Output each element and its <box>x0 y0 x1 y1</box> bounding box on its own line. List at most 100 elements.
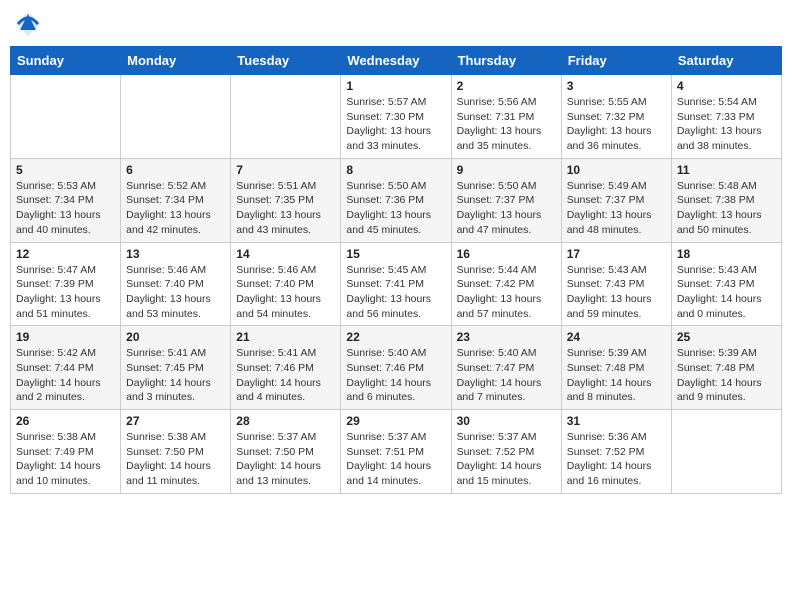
day-number: 29 <box>346 414 445 428</box>
day-number: 12 <box>16 247 115 261</box>
day-info: Sunrise: 5:50 AM Sunset: 7:36 PM Dayligh… <box>346 179 445 238</box>
day-number: 17 <box>567 247 666 261</box>
calendar-cell: 13 Sunrise: 5:46 AM Sunset: 7:40 PM Dayli… <box>121 242 231 326</box>
day-number: 26 <box>16 414 115 428</box>
day-number: 22 <box>346 330 445 344</box>
day-number: 24 <box>567 330 666 344</box>
day-number: 19 <box>16 330 115 344</box>
day-number: 23 <box>457 330 556 344</box>
day-info: Sunrise: 5:41 AM Sunset: 7:45 PM Dayligh… <box>126 346 225 405</box>
calendar-cell: 8 Sunrise: 5:50 AM Sunset: 7:36 PM Daylig… <box>341 158 451 242</box>
calendar-cell <box>11 75 121 159</box>
calendar-cell: 23 Sunrise: 5:40 AM Sunset: 7:47 PM Dayli… <box>451 326 561 410</box>
calendar-day-header: Thursday <box>451 47 561 75</box>
calendar-cell: 2 Sunrise: 5:56 AM Sunset: 7:31 PM Daylig… <box>451 75 561 159</box>
day-info: Sunrise: 5:55 AM Sunset: 7:32 PM Dayligh… <box>567 95 666 154</box>
day-info: Sunrise: 5:36 AM Sunset: 7:52 PM Dayligh… <box>567 430 666 489</box>
calendar-table: SundayMondayTuesdayWednesdayThursdayFrid… <box>10 46 782 494</box>
day-number: 2 <box>457 79 556 93</box>
calendar-body: 1 Sunrise: 5:57 AM Sunset: 7:30 PM Daylig… <box>11 75 782 494</box>
calendar-cell <box>671 410 781 494</box>
page-header <box>10 10 782 38</box>
day-number: 30 <box>457 414 556 428</box>
day-info: Sunrise: 5:49 AM Sunset: 7:37 PM Dayligh… <box>567 179 666 238</box>
calendar-cell: 26 Sunrise: 5:38 AM Sunset: 7:49 PM Dayli… <box>11 410 121 494</box>
day-info: Sunrise: 5:39 AM Sunset: 7:48 PM Dayligh… <box>567 346 666 405</box>
day-info: Sunrise: 5:47 AM Sunset: 7:39 PM Dayligh… <box>16 263 115 322</box>
calendar-cell: 11Sunrise: 5:48 AM Sunset: 7:38 PM Dayli… <box>671 158 781 242</box>
calendar-week-row: 5Sunrise: 5:53 AM Sunset: 7:34 PM Daylig… <box>11 158 782 242</box>
day-number: 27 <box>126 414 225 428</box>
day-number: 25 <box>677 330 776 344</box>
calendar-week-row: 1 Sunrise: 5:57 AM Sunset: 7:30 PM Daylig… <box>11 75 782 159</box>
calendar-header-row: SundayMondayTuesdayWednesdayThursdayFrid… <box>11 47 782 75</box>
calendar-cell: 17 Sunrise: 5:43 AM Sunset: 7:43 PM Dayli… <box>561 242 671 326</box>
calendar-cell: 4 Sunrise: 5:54 AM Sunset: 7:33 PM Daylig… <box>671 75 781 159</box>
calendar-cell: 31 Sunrise: 5:36 AM Sunset: 7:52 PM Dayli… <box>561 410 671 494</box>
calendar-cell: 20Sunrise: 5:41 AM Sunset: 7:45 PM Dayli… <box>121 326 231 410</box>
day-info: Sunrise: 5:37 AM Sunset: 7:51 PM Dayligh… <box>346 430 445 489</box>
calendar-cell: 10 Sunrise: 5:49 AM Sunset: 7:37 PM Dayli… <box>561 158 671 242</box>
logo-icon <box>14 10 42 38</box>
calendar-cell: 25 Sunrise: 5:39 AM Sunset: 7:48 PM Dayli… <box>671 326 781 410</box>
calendar-cell: 27Sunrise: 5:38 AM Sunset: 7:50 PM Dayli… <box>121 410 231 494</box>
day-info: Sunrise: 5:43 AM Sunset: 7:43 PM Dayligh… <box>677 263 776 322</box>
day-info: Sunrise: 5:40 AM Sunset: 7:46 PM Dayligh… <box>346 346 445 405</box>
day-info: Sunrise: 5:53 AM Sunset: 7:34 PM Dayligh… <box>16 179 115 238</box>
calendar-week-row: 26 Sunrise: 5:38 AM Sunset: 7:49 PM Dayli… <box>11 410 782 494</box>
calendar-cell <box>121 75 231 159</box>
day-number: 1 <box>346 79 445 93</box>
day-number: 28 <box>236 414 335 428</box>
calendar-cell: 5Sunrise: 5:53 AM Sunset: 7:34 PM Daylig… <box>11 158 121 242</box>
day-number: 8 <box>346 163 445 177</box>
day-number: 3 <box>567 79 666 93</box>
calendar-cell: 12 Sunrise: 5:47 AM Sunset: 7:39 PM Dayli… <box>11 242 121 326</box>
day-number: 18 <box>677 247 776 261</box>
day-info: Sunrise: 5:38 AM Sunset: 7:49 PM Dayligh… <box>16 430 115 489</box>
day-number: 4 <box>677 79 776 93</box>
day-info: Sunrise: 5:37 AM Sunset: 7:50 PM Dayligh… <box>236 430 335 489</box>
day-info: Sunrise: 5:52 AM Sunset: 7:34 PM Dayligh… <box>126 179 225 238</box>
day-info: Sunrise: 5:40 AM Sunset: 7:47 PM Dayligh… <box>457 346 556 405</box>
calendar-cell: 16 Sunrise: 5:44 AM Sunset: 7:42 PM Dayli… <box>451 242 561 326</box>
calendar-cell: 18 Sunrise: 5:43 AM Sunset: 7:43 PM Dayli… <box>671 242 781 326</box>
day-info: Sunrise: 5:44 AM Sunset: 7:42 PM Dayligh… <box>457 263 556 322</box>
day-number: 21 <box>236 330 335 344</box>
calendar-day-header: Saturday <box>671 47 781 75</box>
calendar-cell: 30 Sunrise: 5:37 AM Sunset: 7:52 PM Dayli… <box>451 410 561 494</box>
calendar-cell: 21Sunrise: 5:41 AM Sunset: 7:46 PM Dayli… <box>231 326 341 410</box>
day-number: 13 <box>126 247 225 261</box>
calendar-week-row: 19Sunrise: 5:42 AM Sunset: 7:44 PM Dayli… <box>11 326 782 410</box>
calendar-day-header: Tuesday <box>231 47 341 75</box>
calendar-cell: 19Sunrise: 5:42 AM Sunset: 7:44 PM Dayli… <box>11 326 121 410</box>
day-info: Sunrise: 5:56 AM Sunset: 7:31 PM Dayligh… <box>457 95 556 154</box>
day-info: Sunrise: 5:43 AM Sunset: 7:43 PM Dayligh… <box>567 263 666 322</box>
calendar-day-header: Wednesday <box>341 47 451 75</box>
day-number: 15 <box>346 247 445 261</box>
day-number: 31 <box>567 414 666 428</box>
day-number: 7 <box>236 163 335 177</box>
day-info: Sunrise: 5:46 AM Sunset: 7:40 PM Dayligh… <box>126 263 225 322</box>
day-number: 16 <box>457 247 556 261</box>
day-info: Sunrise: 5:48 AM Sunset: 7:38 PM Dayligh… <box>677 179 776 238</box>
calendar-cell: 7Sunrise: 5:51 AM Sunset: 7:35 PM Daylig… <box>231 158 341 242</box>
calendar-cell: 3 Sunrise: 5:55 AM Sunset: 7:32 PM Daylig… <box>561 75 671 159</box>
day-info: Sunrise: 5:39 AM Sunset: 7:48 PM Dayligh… <box>677 346 776 405</box>
day-number: 9 <box>457 163 556 177</box>
day-number: 14 <box>236 247 335 261</box>
day-info: Sunrise: 5:54 AM Sunset: 7:33 PM Dayligh… <box>677 95 776 154</box>
day-info: Sunrise: 5:37 AM Sunset: 7:52 PM Dayligh… <box>457 430 556 489</box>
calendar-cell: 6Sunrise: 5:52 AM Sunset: 7:34 PM Daylig… <box>121 158 231 242</box>
day-info: Sunrise: 5:50 AM Sunset: 7:37 PM Dayligh… <box>457 179 556 238</box>
calendar-week-row: 12 Sunrise: 5:47 AM Sunset: 7:39 PM Dayli… <box>11 242 782 326</box>
day-info: Sunrise: 5:46 AM Sunset: 7:40 PM Dayligh… <box>236 263 335 322</box>
calendar-cell: 24 Sunrise: 5:39 AM Sunset: 7:48 PM Dayli… <box>561 326 671 410</box>
calendar-day-header: Monday <box>121 47 231 75</box>
calendar-day-header: Friday <box>561 47 671 75</box>
day-number: 10 <box>567 163 666 177</box>
day-info: Sunrise: 5:57 AM Sunset: 7:30 PM Dayligh… <box>346 95 445 154</box>
logo <box>14 10 46 38</box>
calendar-cell: 15Sunrise: 5:45 AM Sunset: 7:41 PM Dayli… <box>341 242 451 326</box>
calendar-cell: 1 Sunrise: 5:57 AM Sunset: 7:30 PM Daylig… <box>341 75 451 159</box>
calendar-cell: 9 Sunrise: 5:50 AM Sunset: 7:37 PM Daylig… <box>451 158 561 242</box>
